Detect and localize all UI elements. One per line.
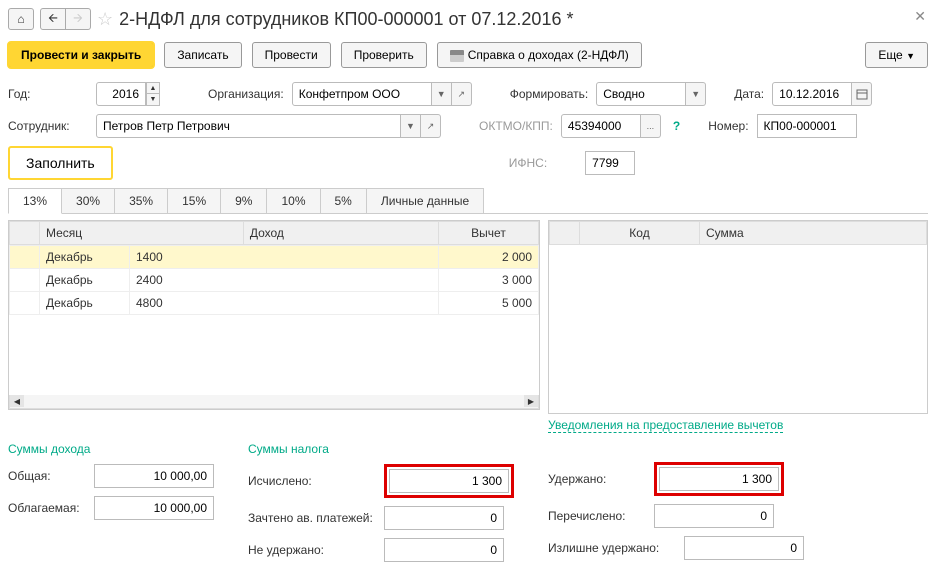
col-deduct[interactable]: Вычет (439, 222, 539, 245)
tax-held-label: Удержано: (548, 472, 648, 486)
ifns-input[interactable] (585, 151, 635, 175)
tax-advance-label: Зачтено ав. платежей: (248, 511, 378, 525)
tab-15pct[interactable]: 15% (167, 188, 221, 213)
number-label: Номер: (708, 119, 748, 133)
help-icon[interactable]: ? (673, 119, 680, 133)
col-blank (550, 222, 580, 245)
col-month[interactable]: Месяц (40, 222, 244, 245)
tab-13pct[interactable]: 13% (8, 188, 62, 214)
post-and-close-button[interactable]: Провести и закрыть (8, 42, 154, 68)
back-button[interactable]: 🡨 (40, 8, 66, 30)
date-input[interactable] (772, 82, 852, 106)
employee-label: Сотрудник: (8, 119, 88, 133)
year-down-button[interactable]: ▼ (146, 94, 160, 106)
post-button[interactable]: Провести (252, 42, 331, 68)
tab-Личные-данные[interactable]: Личные данные (366, 188, 484, 213)
year-up-button[interactable]: ▲ (146, 82, 160, 94)
form-mode-dropdown-button[interactable]: ▼ (686, 82, 706, 106)
tax-held-input[interactable] (659, 467, 779, 491)
col-code[interactable]: Код (580, 222, 700, 245)
favorite-icon[interactable]: ☆ (97, 9, 113, 30)
org-open-button[interactable]: ↗ (452, 82, 472, 106)
home-button[interactable]: ⌂ (8, 8, 34, 30)
forward-button: 🡪 (65, 8, 91, 30)
employee-open-button[interactable]: ↗ (421, 114, 441, 138)
income-row[interactable]: Декабрь14002 000 (10, 246, 539, 269)
tax-sums-header: Суммы налога (248, 442, 528, 456)
scroll-left-button[interactable]: ◀ (10, 395, 24, 407)
employee-input[interactable] (96, 114, 401, 138)
check-button[interactable]: Проверить (341, 42, 427, 68)
org-input[interactable] (292, 82, 432, 106)
tax-rate-tabs: 13%30%35%15%9%10%5%Личные данные (8, 188, 928, 214)
col-income[interactable]: Доход (243, 222, 438, 245)
tab-5pct[interactable]: 5% (320, 188, 367, 213)
year-label: Год: (8, 87, 88, 101)
income-row[interactable]: Декабрь48005 000 (10, 292, 539, 315)
printer-icon (450, 50, 464, 62)
tax-notheld-input[interactable] (384, 538, 504, 562)
save-button[interactable]: Записать (164, 42, 241, 68)
form-mode-input[interactable] (596, 82, 686, 106)
employee-dropdown-button[interactable]: ▼ (401, 114, 421, 138)
fill-button[interactable]: Заполнить (8, 146, 113, 180)
year-input[interactable] (96, 82, 146, 106)
date-label: Дата: (734, 87, 764, 101)
taxable-income-input[interactable] (94, 496, 214, 520)
income-sums-header: Суммы дохода (8, 442, 228, 456)
oktmo-select-button[interactable]: ... (641, 114, 661, 138)
tax-overheld-label: Излишне удержано: (548, 541, 678, 555)
taxable-income-label: Облагаемая: (8, 501, 88, 515)
tax-overheld-input[interactable] (684, 536, 804, 560)
tab-10pct[interactable]: 10% (266, 188, 320, 213)
ifns-label: ИФНС: (509, 156, 547, 170)
window-title: 2-НДФЛ для сотрудников КП00-000001 от 07… (119, 9, 573, 30)
tax-calculated-input[interactable] (389, 469, 509, 493)
more-button[interactable]: Еще ▼ (865, 42, 928, 68)
print-report-button[interactable]: Справка о доходах (2-НДФЛ) (437, 42, 642, 68)
org-dropdown-button[interactable]: ▼ (432, 82, 452, 106)
tax-transferred-input[interactable] (654, 504, 774, 528)
calendar-icon[interactable] (852, 82, 872, 106)
oktmo-label: ОКТМО/КПП: (479, 119, 553, 133)
tax-calculated-label: Исчислено: (248, 474, 378, 488)
tab-30pct[interactable]: 30% (61, 188, 115, 213)
tax-advance-input[interactable] (384, 506, 504, 530)
income-row[interactable]: Декабрь24003 000 (10, 269, 539, 292)
deductions-link[interactable]: Уведомления на предоставление вычетов (548, 418, 783, 433)
tab-9pct[interactable]: 9% (220, 188, 267, 213)
org-label: Организация: (208, 87, 284, 101)
close-icon[interactable]: ✕ (914, 8, 926, 25)
number-input[interactable] (757, 114, 857, 138)
tab-35pct[interactable]: 35% (114, 188, 168, 213)
chevron-down-icon: ▼ (906, 51, 915, 61)
total-income-input[interactable] (94, 464, 214, 488)
scroll-right-button[interactable]: ▶ (524, 395, 538, 407)
tax-transferred-label: Перечислено: (548, 509, 648, 523)
col-sum[interactable]: Сумма (700, 222, 927, 245)
col-blank (10, 222, 40, 245)
oktmo-input[interactable] (561, 114, 641, 138)
total-income-label: Общая: (8, 469, 88, 483)
form-mode-label: Формировать: (510, 87, 589, 101)
